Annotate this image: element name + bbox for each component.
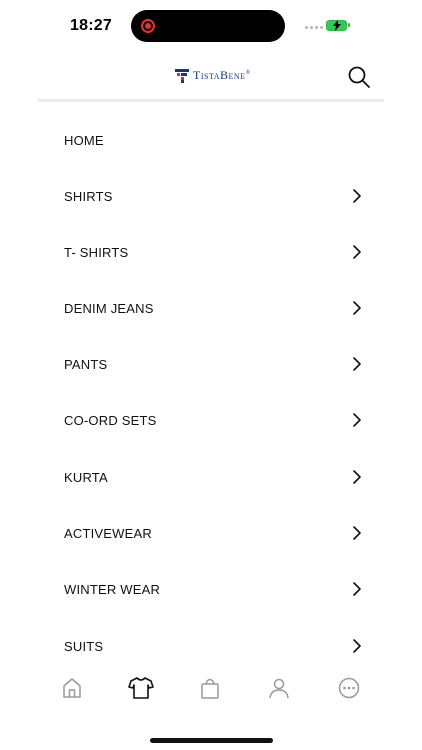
more-icon — [338, 677, 360, 699]
chevron-right-icon — [353, 189, 361, 203]
bottom-tab-bar — [0, 670, 422, 706]
menu-item-label: SHIRTS — [64, 188, 113, 204]
chevron-right-icon — [353, 301, 361, 315]
menu-item-denim-jeans[interactable]: DENIM JEANS — [0, 280, 422, 336]
battery-charging-icon — [326, 20, 350, 31]
chevron-right-icon — [353, 470, 361, 484]
menu-item-label: CO-ORD SETS — [64, 412, 157, 428]
menu-item-co-ord-sets[interactable]: CO-ORD SETS — [0, 392, 422, 448]
menu-item-shirts[interactable]: SHIRTS — [0, 168, 422, 224]
menu-item-label: DENIM JEANS — [64, 300, 154, 316]
menu-item-label: SUITS — [64, 638, 104, 654]
screen-recording-icon — [141, 19, 155, 33]
tab-account[interactable] — [265, 674, 293, 702]
dynamic-island — [131, 10, 285, 42]
chevron-right-icon — [353, 245, 361, 259]
menu-item-label: KURTA — [64, 469, 108, 485]
home-icon — [63, 678, 81, 698]
menu-item-activewear[interactable]: ACTIVEWEAR — [0, 505, 422, 561]
chevron-right-icon — [353, 357, 361, 371]
tshirt-icon — [128, 677, 154, 699]
tab-cart[interactable] — [196, 674, 224, 702]
menu-item-pants[interactable]: PANTS — [0, 336, 422, 392]
menu-item-winter-wear[interactable]: WINTER WEAR — [0, 561, 422, 617]
search-button[interactable] — [347, 65, 371, 89]
menu-item-label: PANTS — [64, 356, 108, 372]
menu-item-label: T- SHIRTS — [64, 244, 129, 260]
signal-icon — [305, 26, 323, 29]
tab-categories[interactable] — [127, 674, 155, 702]
profile-icon — [269, 678, 289, 699]
search-icon — [348, 66, 370, 88]
logo-mark-icon — [175, 68, 189, 83]
tab-more[interactable] — [335, 674, 363, 702]
menu-item-kurta[interactable]: KURTA — [0, 449, 422, 505]
menu-item-suits[interactable]: SUITS — [0, 618, 422, 674]
chevron-right-icon — [353, 639, 361, 653]
menu-item-label: ACTIVEWEAR — [64, 525, 152, 541]
home-indicator[interactable] — [150, 738, 273, 743]
status-bar: 18:27 — [0, 0, 422, 52]
shopping-bag-icon — [201, 678, 219, 699]
logo-text: TistaBene® — [193, 68, 251, 82]
chevron-right-icon — [353, 582, 361, 596]
menu-item-home[interactable]: HOME — [0, 112, 422, 168]
menu-item-t-shirts[interactable]: T- SHIRTS — [0, 224, 422, 280]
brand-logo[interactable]: TistaBene® — [175, 68, 251, 83]
menu-item-label: HOME — [64, 132, 104, 148]
chevron-right-icon — [353, 413, 361, 427]
status-time: 18:27 — [70, 17, 112, 34]
chevron-right-icon — [353, 526, 361, 540]
tab-home[interactable] — [58, 674, 86, 702]
menu-item-label: WINTER WEAR — [64, 581, 161, 597]
app-header: TistaBene® — [38, 52, 384, 102]
